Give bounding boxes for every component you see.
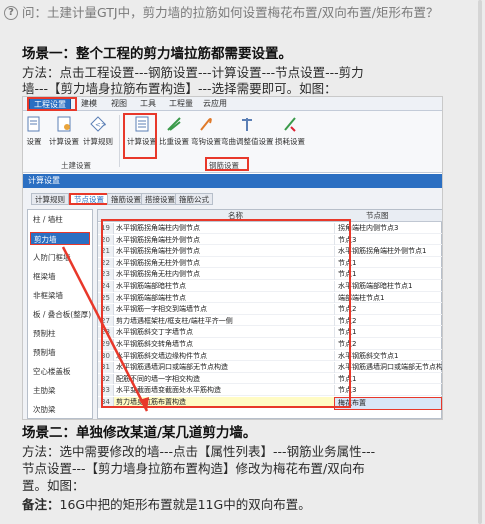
scene2-note: 备注：16G中把的矩形布置就是11G中的双向布置。 bbox=[22, 496, 311, 513]
scene1-method-line2: 墙---【剪力墙身拉筋布置构造】---选择需要即可。如图： bbox=[22, 81, 337, 96]
scene2-heading: 场景二：单独修改某道/某几道剪力墙。 bbox=[22, 425, 257, 441]
scene1-method-line1: 方法：点击工程设置---钢筋设置---计算设置---节点设置---剪力 bbox=[22, 65, 364, 80]
scene2-method-line2: 节点设置---【剪力墙身拉筋布置构造】修改为梅花布置/双向布 bbox=[22, 461, 365, 476]
note-text: 16G中把的矩形布置就是11G中的双向布置。 bbox=[59, 497, 311, 512]
software-screenshot: 工程设置 建模 视图 工具 工程量 云应用 设置 计算设置 <> 计算规则 计算… bbox=[22, 96, 443, 420]
note-label: 备注： bbox=[22, 497, 60, 512]
question-text: 问：土建计量GTJ中，剪力墙的拉筋如何设置梅花布置/双向布置/矩形布置？ bbox=[22, 5, 439, 20]
red-arrow-icon bbox=[61, 246, 149, 412]
scene1-heading: 场景一：整个工程的剪力墙拉筋都需要设置。 bbox=[22, 46, 292, 62]
question-icon: ? bbox=[4, 6, 18, 20]
question-block: ? 问：土建计量GTJ中，剪力墙的拉筋如何设置梅花布置/双向布置/矩形布置？ bbox=[4, 4, 474, 40]
scene2-method-line3: 置。如图： bbox=[22, 478, 85, 493]
scrollbar-thumb[interactable] bbox=[478, 0, 482, 524]
scene2-method-line1: 方法：选中需要修改的墙---点击【属性列表】---钢筋业务属性--- bbox=[22, 444, 376, 459]
